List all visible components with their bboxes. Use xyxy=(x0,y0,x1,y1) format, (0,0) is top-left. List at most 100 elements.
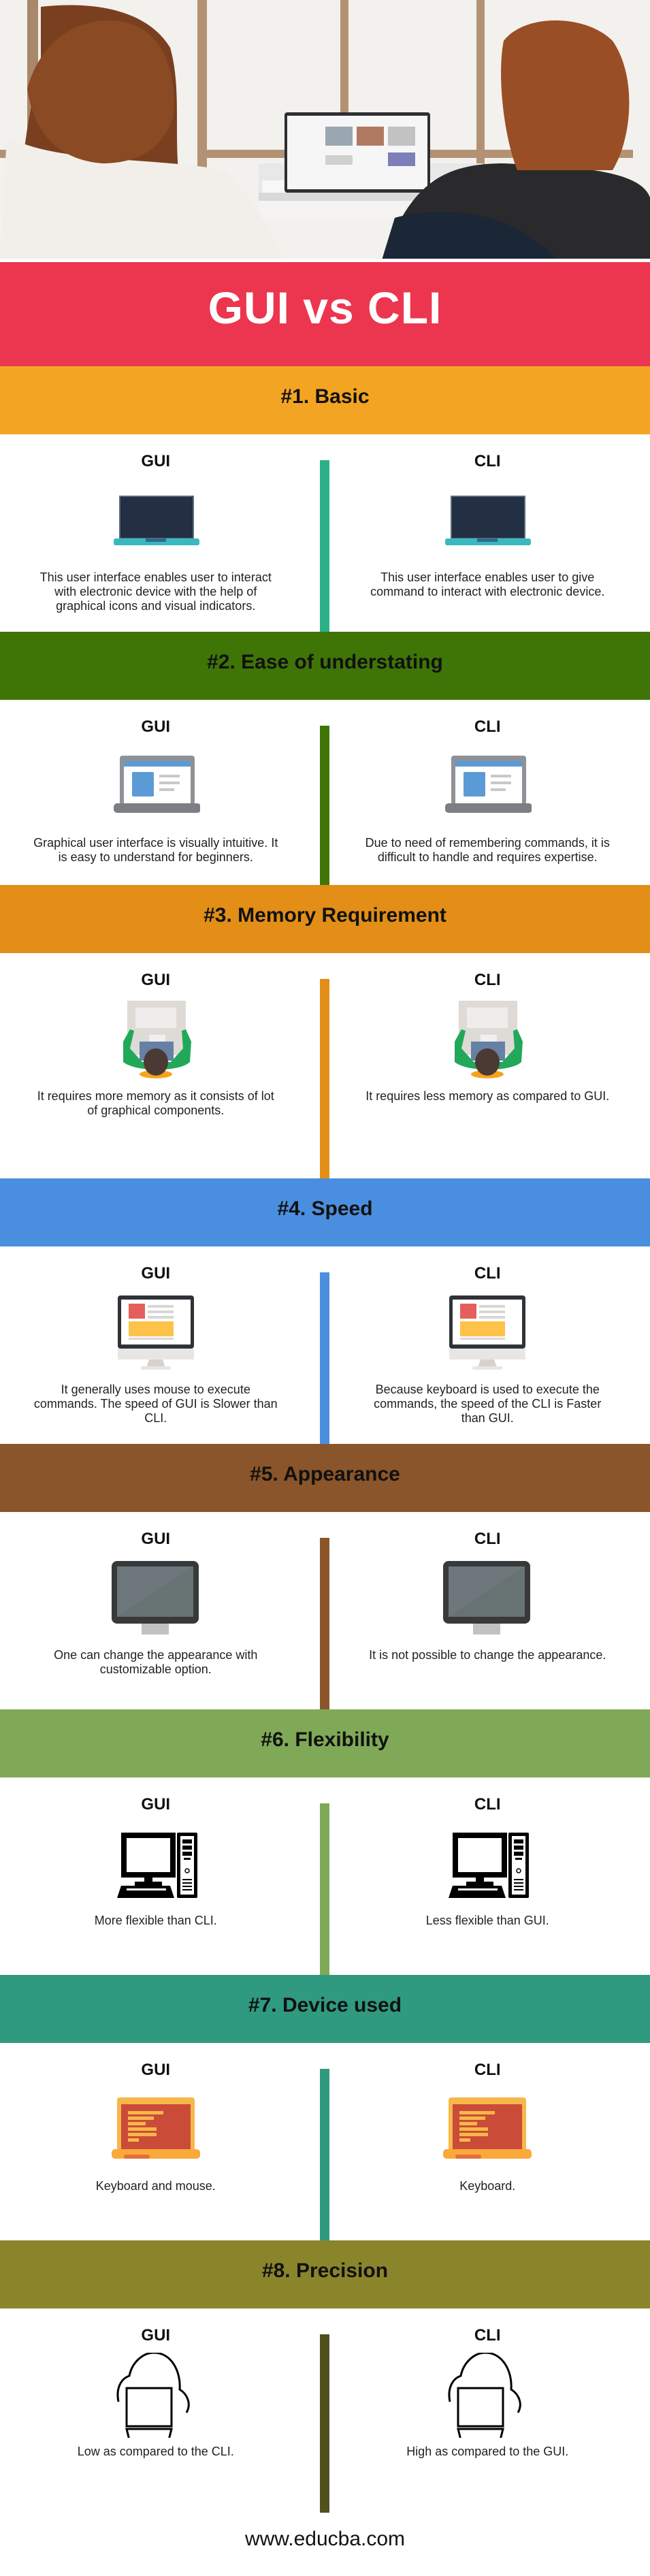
page-title: GUI vs CLI xyxy=(208,282,442,333)
section-body: GUI Keyboard and mouse. CLI Keyboard. xyxy=(0,2043,650,2240)
cli-description: Because keyboard is used to execute the … xyxy=(374,1383,602,1425)
cli-label: CLI xyxy=(474,2326,501,2345)
laptop-dark-icon-graphic xyxy=(445,496,532,545)
vertical-divider xyxy=(320,979,329,1178)
section-heading-band: #4. Speed xyxy=(0,1178,650,1246)
section-heading-band: #2. Ease of understating xyxy=(0,632,650,700)
comparison-section: #1. Basic GUI This user interface enable… xyxy=(0,366,650,632)
gui-description: It requires more memory as it consists o… xyxy=(37,1089,274,1117)
desktop-monitor-icon-graphic xyxy=(117,1295,194,1370)
gui-label: GUI xyxy=(141,971,171,989)
cli-column: CLI Because keyboard is used to execute … xyxy=(325,1246,650,1444)
gui-column: GUI One can change the appearance with c… xyxy=(0,1512,325,1709)
desktop-pc-icon-graphic xyxy=(449,1833,530,1898)
section-body: GUI More flexible than CLI. CLI Less fle… xyxy=(0,1777,650,1975)
hero-photo xyxy=(0,0,650,262)
gui-column: GUI It generally uses mouse to execute c… xyxy=(0,1246,325,1444)
section-heading: #3. Memory Requirement xyxy=(204,904,446,927)
gui-label: GUI xyxy=(141,1530,171,1548)
gui-column: GUI This user interface enables user to … xyxy=(0,434,325,632)
cli-column: CLI It is not possible to change the app… xyxy=(325,1512,650,1709)
section-heading-band: #7. Device used xyxy=(0,1975,650,2043)
gui-description: Graphical user interface is visually int… xyxy=(33,836,278,864)
comparison-section: #8. Precision GUI Low as compared to the… xyxy=(0,2240,650,2513)
person-at-desk-icon-graphic xyxy=(455,1000,523,1078)
gui-label: GUI xyxy=(141,2326,171,2345)
laptop-window-icon xyxy=(440,749,535,824)
vertical-divider xyxy=(320,1803,329,1975)
laptop-orange-icon xyxy=(108,2092,204,2167)
section-heading-band: #8. Precision xyxy=(0,2240,650,2308)
gui-label: GUI xyxy=(141,452,171,470)
person-at-desk-icon xyxy=(440,1000,535,1078)
section-body: GUI This user interface enables user to … xyxy=(0,434,650,632)
gui-description: More flexible than CLI. xyxy=(94,1914,217,1927)
cli-label: CLI xyxy=(474,452,501,470)
desktop-pc-icon-graphic xyxy=(116,1833,197,1898)
cloud-laptop-icon-graphic xyxy=(448,2352,521,2438)
cli-description: Keyboard. xyxy=(459,2179,516,2193)
monitor-grey-icon-graphic xyxy=(443,1561,531,1635)
gui-description: Keyboard and mouse. xyxy=(95,2179,216,2193)
section-heading: #2. Ease of understating xyxy=(207,651,443,673)
title-banner: GUI vs CLI xyxy=(0,262,650,366)
desktop-pc-icon xyxy=(440,1826,535,1901)
person-at-desk-icon-graphic xyxy=(123,1000,191,1078)
cli-description: Due to need of remembering commands, it … xyxy=(365,836,610,864)
cli-column: CLI High as compared to the GUI. xyxy=(325,2308,650,2513)
hero-photo-illustration xyxy=(0,0,650,262)
cloud-laptop-icon xyxy=(108,2352,204,2438)
cloud-laptop-icon xyxy=(440,2352,535,2438)
section-heading: #1. Basic xyxy=(280,385,370,408)
cli-label: CLI xyxy=(474,1530,501,1548)
comparison-section: #3. Memory Requirement GUI It requires m… xyxy=(0,885,650,1178)
laptop-dark-icon xyxy=(108,483,204,558)
monitor-grey-icon xyxy=(440,1561,535,1636)
laptop-window-icon-graphic xyxy=(113,756,200,813)
gui-label: GUI xyxy=(141,1264,171,1283)
monitor-grey-icon-graphic xyxy=(111,1561,199,1635)
comparison-section: #6. Flexibility GUI More flexible than C… xyxy=(0,1709,650,1975)
vertical-divider xyxy=(320,460,329,632)
cli-column: CLI It requires less memory as compared … xyxy=(325,953,650,1178)
desktop-pc-icon xyxy=(108,1826,204,1901)
vertical-divider xyxy=(320,726,329,885)
cli-description: High as compared to the GUI. xyxy=(406,2445,569,2458)
cli-description: It is not possible to change the appeara… xyxy=(369,1648,606,1662)
comparison-section: #2. Ease of understating GUI Graphical u… xyxy=(0,632,650,885)
section-body: GUI Low as compared to the CLI. CLI High… xyxy=(0,2308,650,2513)
gui-label: GUI xyxy=(141,718,171,736)
section-body: GUI One can change the appearance with c… xyxy=(0,1512,650,1709)
gui-column: GUI Low as compared to the CLI. xyxy=(0,2308,325,2513)
cli-column: CLI Less flexible than GUI. xyxy=(325,1777,650,1975)
cli-label: CLI xyxy=(474,2061,501,2079)
cloud-laptop-icon-graphic xyxy=(116,2352,190,2438)
monitor-grey-icon xyxy=(108,1561,204,1636)
gui-description: It generally uses mouse to execute comma… xyxy=(33,1383,278,1425)
vertical-divider xyxy=(320,1538,329,1709)
section-heading: #5. Appearance xyxy=(250,1463,400,1485)
desktop-monitor-icon xyxy=(440,1295,535,1370)
footer: www.educba.com xyxy=(0,2513,650,2571)
section-body: GUI Graphical user interface is visually… xyxy=(0,700,650,885)
laptop-window-icon-graphic xyxy=(445,756,532,813)
section-body: GUI It requires more memory as it consis… xyxy=(0,953,650,1178)
vertical-divider xyxy=(320,2334,329,2513)
gui-column: GUI More flexible than CLI. xyxy=(0,1777,325,1975)
gui-column: GUI Graphical user interface is visually… xyxy=(0,700,325,885)
cli-column: CLI Due to need of remembering commands,… xyxy=(325,700,650,885)
laptop-window-icon xyxy=(108,749,204,824)
desktop-monitor-icon-graphic xyxy=(449,1295,526,1370)
gui-label: GUI xyxy=(141,1795,171,1814)
section-heading-band: #3. Memory Requirement xyxy=(0,885,650,953)
footer-website-link[interactable]: www.educba.com xyxy=(245,2528,405,2550)
cli-column: CLI This user interface enables user to … xyxy=(325,434,650,632)
laptop-dark-icon-graphic xyxy=(113,496,199,545)
cli-description: It requires less memory as compared to G… xyxy=(365,1089,610,1103)
desktop-monitor-icon xyxy=(108,1295,204,1370)
cli-label: CLI xyxy=(474,1795,501,1814)
gui-description: Low as compared to the CLI. xyxy=(77,2445,234,2458)
laptop-orange-icon xyxy=(440,2092,535,2167)
cli-label: CLI xyxy=(474,1264,501,1283)
section-heading: #8. Precision xyxy=(261,2259,389,2282)
